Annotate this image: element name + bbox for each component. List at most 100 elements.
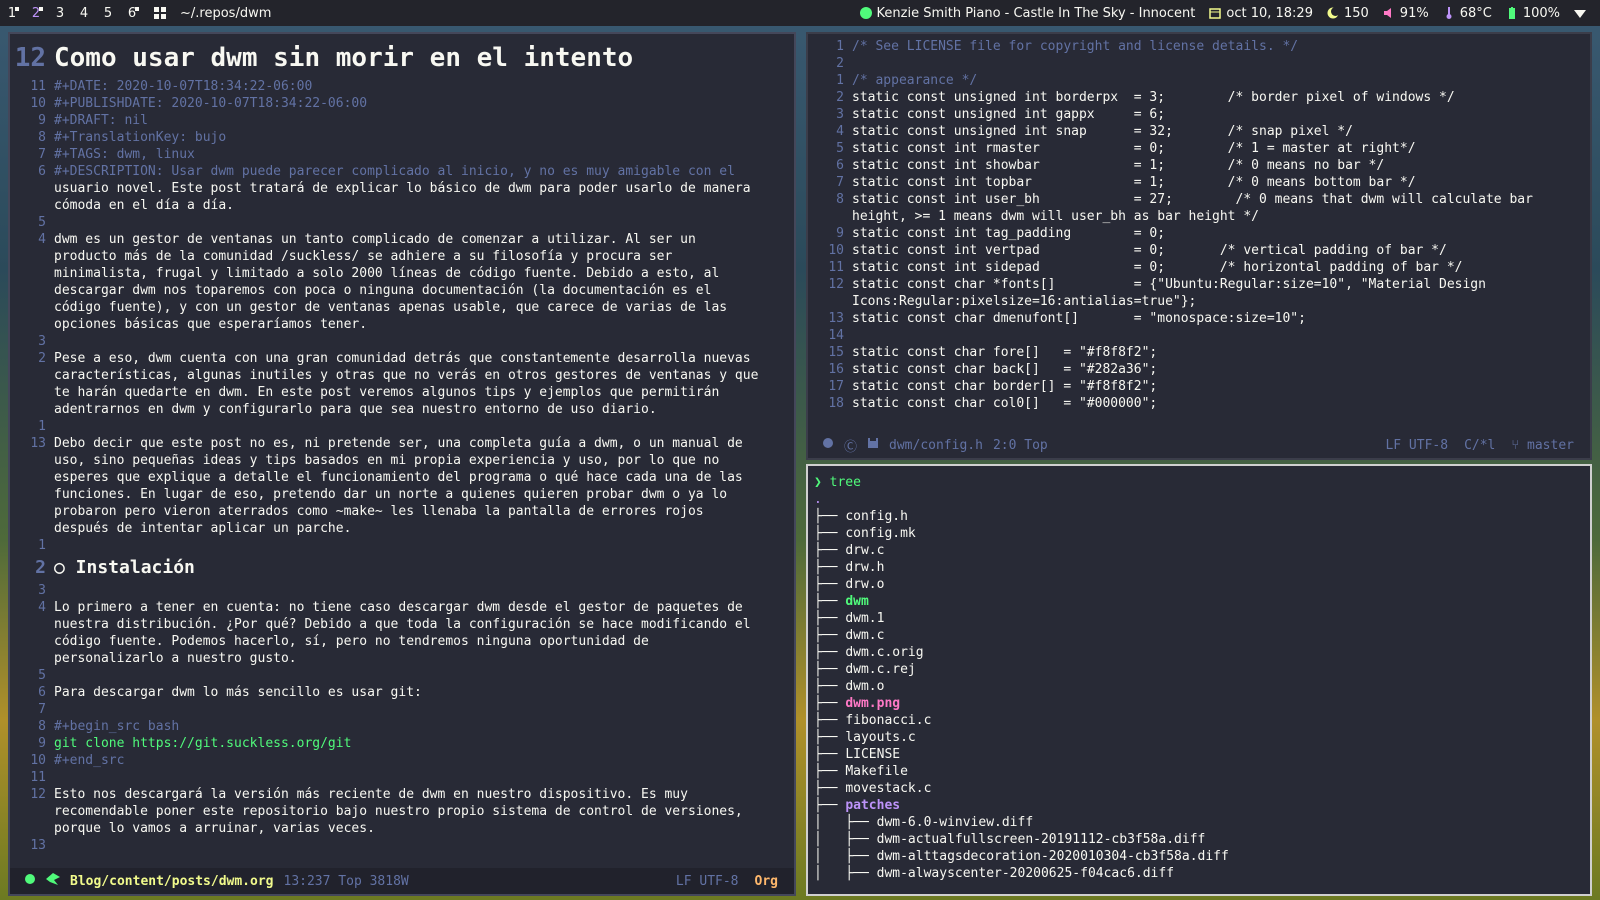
wifi-icon[interactable]	[1574, 7, 1586, 19]
code-line[interactable]: 6 Para descargar dwm lo más sencillo es u…	[12, 684, 794, 701]
code-line[interactable]: 1	[12, 537, 794, 554]
code-line[interactable]: 10 #+PUBLISHDATE: 2020-10-07T18:34:22-06:…	[12, 95, 794, 112]
code-line[interactable]: 9 static const int tag_padding = 0;	[810, 225, 1590, 242]
code-line[interactable]: 15 static const char fore[] = "#f8f8f2";	[810, 344, 1590, 361]
layout-grid-icon[interactable]	[154, 7, 166, 19]
code-line[interactable]: 14	[810, 327, 1590, 344]
code-line[interactable]: recomendable poner este repositorio bajo…	[12, 803, 794, 820]
code-line[interactable]: 10 #+end_src	[12, 752, 794, 769]
code-line[interactable]: producto más de la comunidad /suckless/ …	[12, 248, 794, 265]
code-line[interactable]: 3 static const unsigned int gappx = 6;	[810, 106, 1590, 123]
code-line[interactable]: funciones. En lugar de eso, pretendo dar…	[12, 486, 794, 503]
code-line[interactable]: 2 Pese a eso, dwm cuenta con una gran com…	[12, 350, 794, 367]
tree-filename: drw.o	[845, 577, 885, 592]
code-line[interactable]: 17 static const char border[] = "#f8f8f2"…	[810, 378, 1590, 395]
line-number: 12	[30, 787, 46, 802]
code-line[interactable]: características, algunas inutiles y otra…	[12, 367, 794, 384]
line-number: 5	[836, 141, 844, 156]
code-line[interactable]: 5 static const int rmaster = 0; /* 1 = ma…	[810, 140, 1590, 157]
tree-filename: fibonacci.c	[845, 713, 932, 728]
code-line[interactable]: 9 #+DRAFT: nil	[12, 112, 794, 129]
line-number: 9	[38, 113, 46, 128]
terminal-window[interactable]: ❯ tree . ├── config.h ├── config.mk ├── dr…	[806, 464, 1592, 896]
code-line[interactable]: 13	[12, 837, 794, 854]
tree-entry: ├── drw.h	[814, 559, 1590, 576]
code-line[interactable]: cómoda en el día a día.	[12, 197, 794, 214]
code-line[interactable]: 6 static const int showbar = 1; /* 0 mean…	[810, 157, 1590, 174]
modeline-major-mode: C/*l	[1464, 437, 1496, 453]
line-text: static const int sidepad = 0; /* horizon…	[852, 260, 1463, 275]
line-text: #+TAGS: dwm, linux	[54, 147, 195, 162]
spotify-icon	[859, 7, 872, 19]
code-line[interactable]: te harán quedarte en dwm. En este post v…	[12, 384, 794, 401]
code-line[interactable]: esperes que explique a detalle el funcio…	[12, 469, 794, 486]
code-line[interactable]: 12 static const char *fonts[] = {"Ubuntu:…	[810, 276, 1590, 293]
code-line[interactable]: 12 Esto nos descargará la versión más rec…	[12, 786, 794, 803]
org-body[interactable]: 11 #+DATE: 2020-10-07T18:34:22-06:00 10 #+P…	[12, 78, 794, 554]
tag-3[interactable]: 3	[48, 6, 72, 21]
line-text: static const char fore[] = "#f8f8f2";	[852, 345, 1158, 360]
code-line[interactable]: height, >= 1 means dwm will user_bh as b…	[810, 208, 1590, 225]
line-text: código fuente. Podemos hacerlo, sí, pero…	[54, 634, 649, 649]
code-line[interactable]: 4 dwm es un gestor de ventanas un tanto c…	[12, 231, 794, 248]
code-line[interactable]: 6 #+DESCRIPTION: Usar dwm puede parecer c…	[12, 163, 794, 180]
code-line[interactable]: 2	[810, 55, 1590, 72]
config-code[interactable]: 1 /* See LICENSE file for copyright and l…	[808, 34, 1590, 412]
org-editor-window[interactable]: 12 Como usar dwm sin morir en el intento …	[8, 32, 796, 896]
code-line[interactable]: 1 /* appearance */	[810, 72, 1590, 89]
tag-list: 123456	[0, 6, 144, 21]
code-line[interactable]: probaron pero vieron aterrados como ~mak…	[12, 503, 794, 520]
tree-entry: ├── config.mk	[814, 525, 1590, 542]
line-number: 15	[828, 345, 844, 360]
code-line[interactable]: 7 #+TAGS: dwm, linux	[12, 146, 794, 163]
config-editor-window[interactable]: 1 /* See LICENSE file for copyright and l…	[806, 32, 1592, 460]
code-line[interactable]: 1 /* See LICENSE file for copyright and l…	[810, 38, 1590, 55]
code-line[interactable]: código fuente. Podemos hacerlo, sí, pero…	[12, 633, 794, 650]
org-body-2[interactable]: 3 4 Lo primero a tener en cuenta: no tiene…	[12, 582, 794, 854]
code-line[interactable]: 2 static const unsigned int borderpx = 3;…	[810, 89, 1590, 106]
tree-branch: ├──	[814, 713, 846, 728]
code-line[interactable]: 8 #+TranslationKey: bujo	[12, 129, 794, 146]
code-line[interactable]: usuario novel. Este post tratará de expl…	[12, 180, 794, 197]
code-line[interactable]: 5	[12, 667, 794, 684]
tag-2[interactable]: 2	[24, 6, 48, 21]
code-line[interactable]: minimalista, frugal y limitado a solo 20…	[12, 265, 794, 282]
code-line[interactable]: uso, sino pequeñas ideas y tips basados …	[12, 452, 794, 469]
code-line[interactable]: adentrarnos en dwm y configurarlo para q…	[12, 401, 794, 418]
code-line[interactable]: 11	[12, 769, 794, 786]
tree-entry: │ ├── dwm-actualfullscreen-20191112-cb3f…	[814, 831, 1590, 848]
code-line[interactable]: personalizarlo a nuestro gusto.	[12, 650, 794, 667]
code-line[interactable]: después de intentar aplicar un parche.	[12, 520, 794, 537]
tag-4[interactable]: 4	[72, 6, 96, 21]
line-number: 1	[836, 39, 844, 54]
code-line[interactable]: 1	[12, 418, 794, 435]
code-line[interactable]: 9 git clone https://git.suckless.org/git	[12, 735, 794, 752]
code-line[interactable]: 18 static const char col0[] = "#000000";	[810, 395, 1590, 412]
code-line[interactable]: Icons:Regular:pixelsize=16:antialias=tru…	[810, 293, 1590, 310]
tag-6[interactable]: 6	[120, 6, 144, 21]
code-line[interactable]: nuestra distribución. ¿Por qué? Debido a…	[12, 616, 794, 633]
code-line[interactable]: código fuente), y con un gestor de venta…	[12, 299, 794, 316]
tag-5[interactable]: 5	[96, 6, 120, 21]
code-line[interactable]: descargar dwm nos toparemos con poca o n…	[12, 282, 794, 299]
thermometer-icon	[1443, 7, 1455, 19]
code-line[interactable]: 11 static const int sidepad = 0; /* horiz…	[810, 259, 1590, 276]
code-line[interactable]: 7 static const int topbar = 1; /* 0 means…	[810, 174, 1590, 191]
code-line[interactable]: 13 static const char dmenufont[] = "monos…	[810, 310, 1590, 327]
code-line[interactable]: opciones básicas que esperaríamos tener.	[12, 316, 794, 333]
line-text: producto más de la comunidad /suckless/ …	[54, 249, 673, 264]
code-line[interactable]: 3	[12, 333, 794, 350]
code-line[interactable]: porque lo vamos a arruinar, varias veces…	[12, 820, 794, 837]
code-line[interactable]: 11 #+DATE: 2020-10-07T18:34:22-06:00	[12, 78, 794, 95]
code-line[interactable]: 8 static const int user_bh = 27; /* 0 mea…	[810, 191, 1590, 208]
code-line[interactable]: 5	[12, 214, 794, 231]
code-line[interactable]: 16 static const char back[] = "#282a36";	[810, 361, 1590, 378]
code-line[interactable]: 7	[12, 701, 794, 718]
tag-1[interactable]: 1	[0, 6, 24, 21]
code-line[interactable]: 8 #+begin_src bash	[12, 718, 794, 735]
code-line[interactable]: 13 Debo decir que este post no es, ni pre…	[12, 435, 794, 452]
code-line[interactable]: 10 static const int vertpad = 0; /* verti…	[810, 242, 1590, 259]
code-line[interactable]: 4 Lo primero a tener en cuenta: no tiene …	[12, 599, 794, 616]
code-line[interactable]: 3	[12, 582, 794, 599]
code-line[interactable]: 4 static const unsigned int snap = 32; /*…	[810, 123, 1590, 140]
